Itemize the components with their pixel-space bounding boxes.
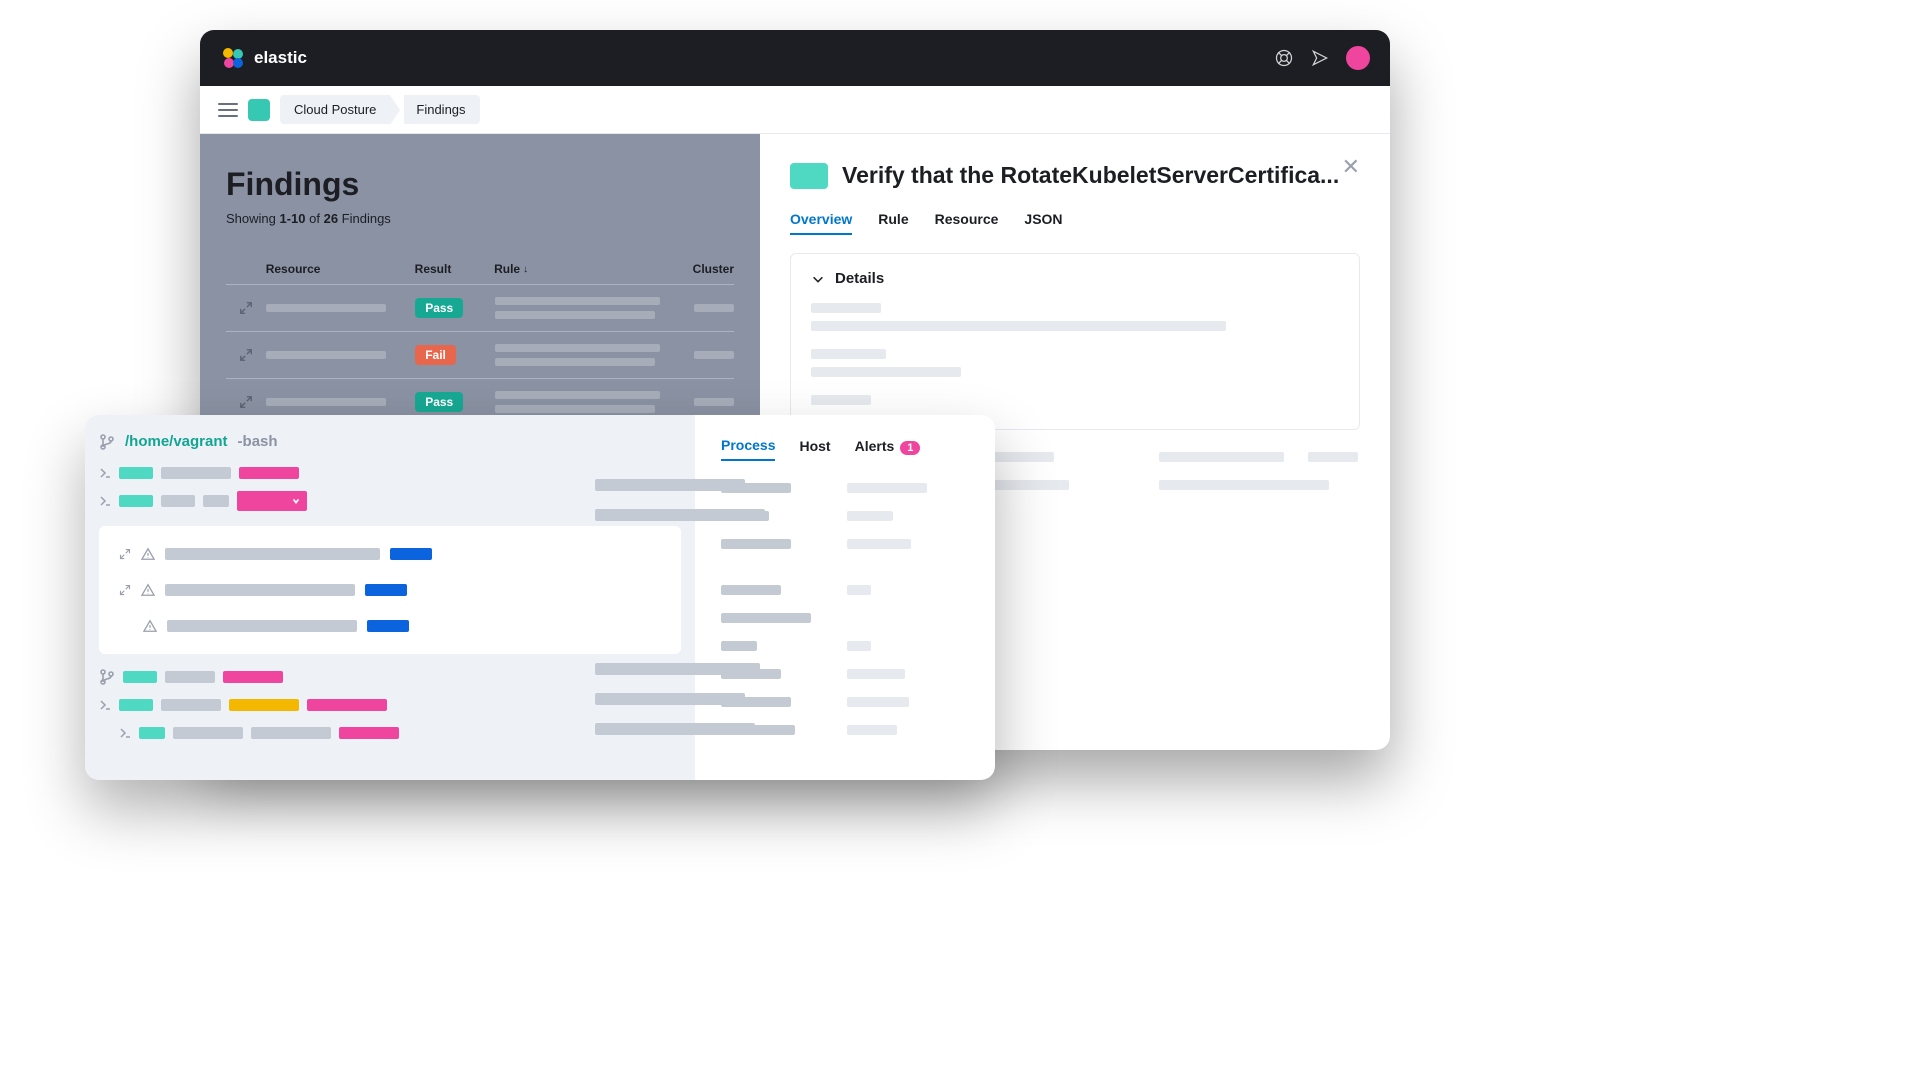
close-icon[interactable]: ✕ <box>1342 154 1360 180</box>
help-icon[interactable] <box>1274 48 1294 68</box>
table-row[interactable]: Fail <box>226 331 734 378</box>
prompt-icon <box>99 495 111 507</box>
list-item[interactable] <box>99 722 681 744</box>
terminal-path-header: /home/vagrant -bash <box>99 433 681 450</box>
brand-logo[interactable]: elastic <box>220 45 307 71</box>
menu-toggle-icon[interactable] <box>218 103 238 117</box>
details-accordion-header[interactable]: Details <box>811 270 1339 287</box>
list-item[interactable] <box>99 462 681 484</box>
expand-icon[interactable] <box>239 395 253 409</box>
terminal-right-skeletons <box>595 479 765 735</box>
expand-icon[interactable] <box>239 301 253 315</box>
breadcrumb-findings[interactable]: Findings <box>404 95 479 124</box>
branch-icon <box>99 669 115 685</box>
col-resource[interactable]: Resource <box>266 262 415 276</box>
tab-json[interactable]: JSON <box>1024 211 1062 235</box>
breadcrumb: Cloud Posture Findings <box>280 95 480 125</box>
expand-icon[interactable] <box>239 348 253 362</box>
list-item[interactable] <box>99 572 681 608</box>
table-row[interactable]: Pass <box>226 284 734 331</box>
detail-tabs: Overview Rule Resource JSON <box>790 211 1360 235</box>
warning-icon <box>141 547 155 561</box>
tab-process[interactable]: Process <box>721 437 775 461</box>
tab-alerts[interactable]: Alerts 1 <box>855 438 921 460</box>
tab-host[interactable]: Host <box>799 438 830 460</box>
tab-resource[interactable]: Resource <box>935 211 999 235</box>
user-avatar[interactable] <box>1346 46 1370 70</box>
detail-title: Verify that the RotateKubeletServerCerti… <box>842 162 1339 189</box>
dropdown-toggle[interactable] <box>237 491 307 511</box>
chevron-down-icon <box>811 272 825 286</box>
status-badge-pass: Pass <box>415 298 463 318</box>
app-color-square <box>248 99 270 121</box>
tab-overview[interactable]: Overview <box>790 211 852 235</box>
notification-icon[interactable] <box>1310 48 1330 68</box>
brand-text: elastic <box>254 48 307 68</box>
terminal-panel: /home/vagrant -bash <box>85 415 695 780</box>
list-item[interactable] <box>99 694 681 716</box>
terminal-rows <box>99 462 681 744</box>
shell-name: -bash <box>238 433 278 450</box>
sort-down-icon: ↓ <box>523 264 528 275</box>
breadcrumb-bar: Cloud Posture Findings <box>200 86 1390 134</box>
col-rule[interactable]: Rule ↓ <box>494 262 693 276</box>
placeholder <box>266 304 386 312</box>
list-item[interactable] <box>99 608 681 644</box>
elastic-logo-icon <box>220 45 246 71</box>
expand-icon[interactable] <box>119 584 131 596</box>
prompt-icon <box>99 467 111 479</box>
list-item[interactable] <box>99 490 681 512</box>
session-view-window: /home/vagrant -bash <box>85 415 995 780</box>
alerts-count-badge: 1 <box>900 441 920 455</box>
findings-count: Showing 1-10 of 26 Findings <box>226 211 734 226</box>
list-item[interactable] <box>99 536 681 572</box>
list-item[interactable] <box>99 666 681 688</box>
detail-color-swatch <box>790 163 828 189</box>
process-tabs: Process Host Alerts 1 <box>721 437 969 461</box>
status-badge-fail: Fail <box>415 345 456 365</box>
prompt-icon <box>99 699 111 711</box>
page-title: Findings <box>226 166 734 203</box>
prompt-icon <box>119 727 131 739</box>
cwd-path: /home/vagrant <box>125 433 228 450</box>
breadcrumb-cloud-posture[interactable]: Cloud Posture <box>280 95 390 124</box>
col-cluster[interactable]: Cluster <box>693 262 734 276</box>
status-badge-pass: Pass <box>415 392 463 412</box>
details-card: Details <box>790 253 1360 430</box>
warning-icon <box>141 583 155 597</box>
top-bar: elastic <box>200 30 1390 86</box>
tab-rule[interactable]: Rule <box>878 211 908 235</box>
findings-table: Resource Result Rule ↓ Cluster Pass Fail <box>226 254 734 425</box>
branch-icon <box>99 434 115 450</box>
warning-icon <box>143 619 157 633</box>
table-header: Resource Result Rule ↓ Cluster <box>226 254 734 284</box>
expanded-command-card <box>99 526 681 654</box>
col-result[interactable]: Result <box>415 262 494 276</box>
expand-icon[interactable] <box>119 548 131 560</box>
